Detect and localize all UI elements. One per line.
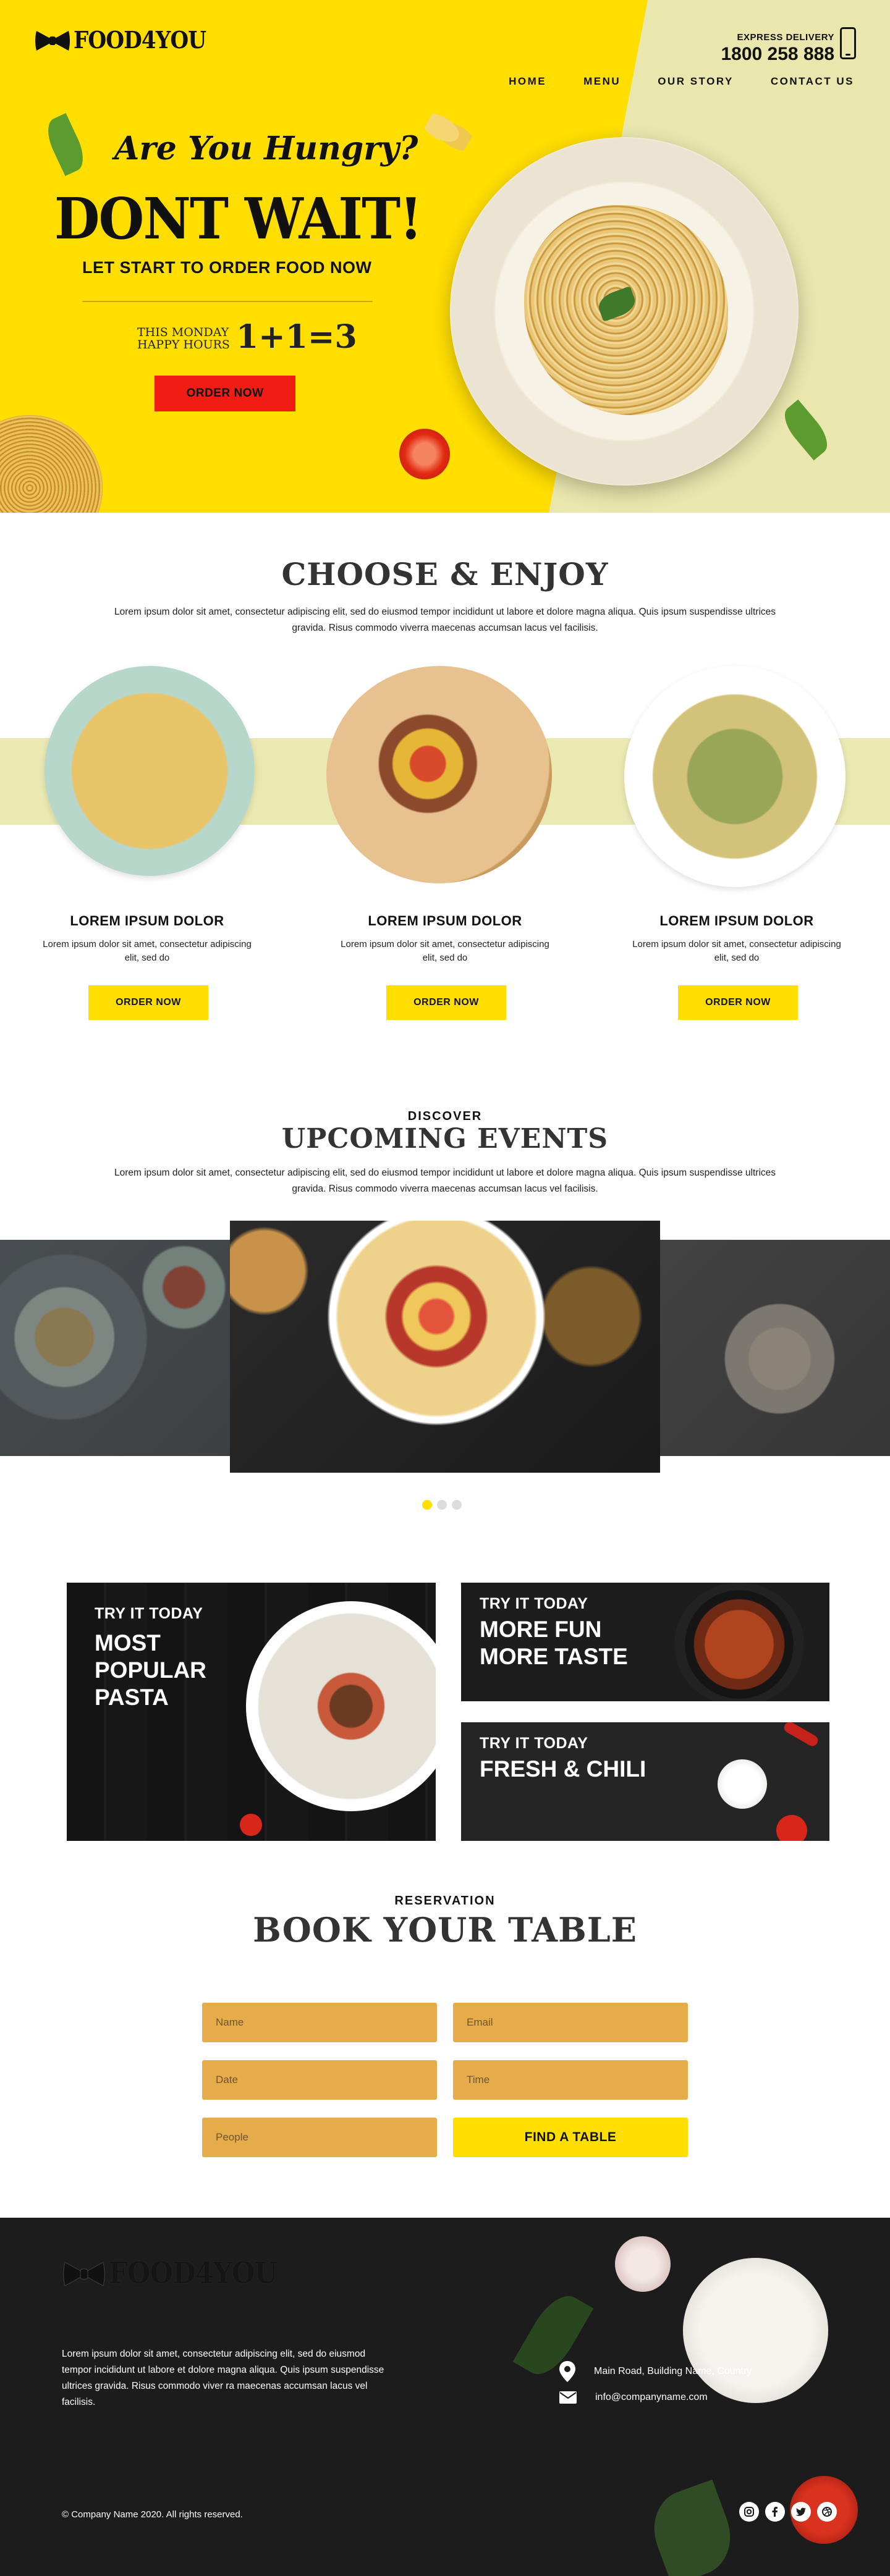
express-delivery-label: EXPRESS DELIVERY: [737, 32, 834, 43]
promo-title-line: PASTA: [95, 1685, 169, 1710]
hero-dont-wait-heading: DONT WAIT!: [54, 185, 422, 252]
promo-title-line: MOST: [95, 1630, 161, 1656]
promo-kicker: TRY IT TODAY: [95, 1605, 203, 1622]
promo-title: MORE FUN MORE TASTE: [480, 1616, 628, 1670]
reservation-title: BOOK YOUR TABLE: [253, 1910, 637, 1950]
footer-email-text[interactable]: info@companyname.com: [595, 2392, 708, 2403]
events-kicker: DISCOVER: [407, 1109, 483, 1123]
events-title: UPCOMING EVENTS: [281, 1123, 609, 1155]
tomato-image: [399, 429, 450, 479]
food-card-title: LOREM IPSUM DOLOR: [659, 913, 814, 928]
event-slide-active[interactable]: [230, 1221, 660, 1473]
hero-tagline: LET START TO ORDER FOOD NOW: [82, 258, 372, 277]
footer: FOOD4YOU Lorem ipsum dolor sit amet, con…: [0, 2218, 890, 2576]
events-description: Lorem ipsum dolor sit amet, consectetur …: [114, 1168, 776, 1194]
happy-hours-line2: HAPPY HOURS: [137, 338, 230, 351]
carousel-dot-2[interactable]: [437, 1500, 447, 1510]
nav-our-story[interactable]: OUR STORY: [658, 75, 734, 88]
instagram-icon[interactable]: [739, 2502, 759, 2522]
happy-hours-offer: 1+1=3: [236, 318, 357, 356]
food-card-title: LOREM IPSUM DOLOR: [368, 913, 522, 928]
promo-title-line: MORE TASTE: [480, 1644, 628, 1669]
carousel-dots: [422, 1500, 462, 1510]
promo-more-fun[interactable]: TRY IT TODAY MORE FUN MORE TASTE: [461, 1583, 829, 1701]
happy-hours-label: THIS MONDAY HAPPY HOURS: [137, 326, 230, 351]
basil-leaf-image: [777, 399, 835, 461]
name-field[interactable]: [202, 2003, 437, 2042]
bowtie-pasta-icon: [63, 2262, 105, 2287]
carousel-dot-3[interactable]: [452, 1500, 462, 1510]
pasta-dish-image: [246, 1601, 436, 1811]
dribbble-icon[interactable]: [817, 2502, 837, 2522]
herb-leaves-image: [642, 2479, 742, 2576]
nav-home[interactable]: HOME: [509, 75, 546, 88]
food-card-description: Lorem ipsum dolor sit amet, consectetur …: [43, 939, 252, 963]
food-card-description: Lorem ipsum dolor sit amet, consectetur …: [341, 939, 549, 963]
stew-pot-image: [674, 1583, 804, 1701]
promo-title: MOST POPULAR PASTA: [95, 1630, 206, 1711]
footer-email: info@companyname.com: [559, 2391, 708, 2404]
chili-image: [782, 1722, 820, 1748]
footer-address: Main Road, Building Name, Country: [559, 2361, 752, 2382]
date-field[interactable]: [202, 2060, 437, 2100]
logo-text: FOOD4YOU: [74, 26, 206, 54]
footer-description: Lorem ipsum dolor sit amet, consectetur …: [62, 2349, 384, 2407]
order-now-button[interactable]: ORDER NOW: [678, 985, 798, 1020]
onion-image: [615, 2236, 671, 2292]
choose-enjoy-description: Lorem ipsum dolor sit amet, consectetur …: [114, 607, 776, 633]
hero-divider: [82, 301, 373, 302]
order-now-button[interactable]: ORDER NOW: [88, 985, 208, 1020]
bowtie-pasta-icon: [35, 30, 70, 51]
promo-kicker: TRY IT TODAY: [480, 1595, 588, 1612]
logo[interactable]: FOOD4YOU: [34, 26, 221, 54]
nav-contact-us[interactable]: CONTACT US: [771, 75, 854, 88]
nav-menu[interactable]: MENU: [583, 75, 621, 88]
event-slide-next[interactable]: [660, 1240, 890, 1456]
reservation-kicker: RESERVATION: [394, 1894, 496, 1908]
people-field[interactable]: [202, 2118, 437, 2157]
order-now-button[interactable]: ORDER NOW: [386, 985, 506, 1020]
promo-title-line: POPULAR: [95, 1657, 206, 1683]
dish-image-pasta-salad: [624, 666, 846, 887]
time-field[interactable]: [453, 2060, 688, 2100]
express-delivery: EXPRESS DELIVERY 1800 258 888: [721, 32, 834, 65]
food-card-description: Lorem ipsum dolor sit amet, consectetur …: [632, 939, 841, 963]
footer-logo[interactable]: FOOD4YOU: [62, 2256, 296, 2291]
promo-title-line: MORE FUN: [480, 1617, 602, 1642]
happy-hours-line1: THIS MONDAY: [137, 326, 229, 339]
food-card-title: LOREM IPSUM DOLOR: [70, 913, 224, 928]
garlic-image: [718, 1759, 767, 1809]
footer-logo-text: FOOD4YOU: [109, 2256, 278, 2291]
promo-kicker: TRY IT TODAY: [480, 1735, 588, 1752]
dish-image-tagliatelle: [44, 666, 255, 876]
hero-order-now-button[interactable]: ORDER NOW: [155, 376, 295, 411]
map-pin-icon: [559, 2361, 575, 2382]
hero-hungry-heading: Are You Hungry?: [114, 130, 418, 167]
social-links: [739, 2502, 837, 2522]
phone-icon: [840, 27, 856, 59]
promo-fresh-chili[interactable]: TRY IT TODAY FRESH & CHILI: [461, 1722, 829, 1841]
carousel-dot-1[interactable]: [422, 1500, 432, 1510]
promo-title: FRESH & CHILI: [480, 1756, 646, 1783]
main-nav: HOME MENU OUR STORY CONTACT US: [509, 75, 854, 88]
choose-enjoy-title: CHOOSE & ENJOY: [281, 556, 609, 592]
find-a-table-button[interactable]: FIND A TABLE: [453, 2118, 688, 2157]
tomato-image: [240, 1814, 262, 1836]
event-slide-prev[interactable]: [0, 1240, 230, 1456]
hero-section: FOOD4YOU EXPRESS DELIVERY 1800 258 888 H…: [0, 0, 890, 513]
twitter-icon[interactable]: [791, 2502, 811, 2522]
envelope-icon: [559, 2391, 577, 2404]
dish-image-pizza-bread: [326, 666, 552, 883]
promo-title-line: FRESH & CHILI: [480, 1756, 646, 1782]
promo-popular-pasta[interactable]: TRY IT TODAY MOST POPULAR PASTA: [67, 1583, 436, 1841]
express-delivery-phone[interactable]: 1800 258 888: [721, 44, 834, 65]
footer-address-text: Main Road, Building Name, Country: [594, 2366, 752, 2376]
copyright: © Company Name 2020. All rights reserved…: [62, 2509, 243, 2520]
facebook-icon[interactable]: [765, 2502, 785, 2522]
email-field[interactable]: [453, 2003, 688, 2042]
tomato-image: [776, 1815, 807, 1841]
